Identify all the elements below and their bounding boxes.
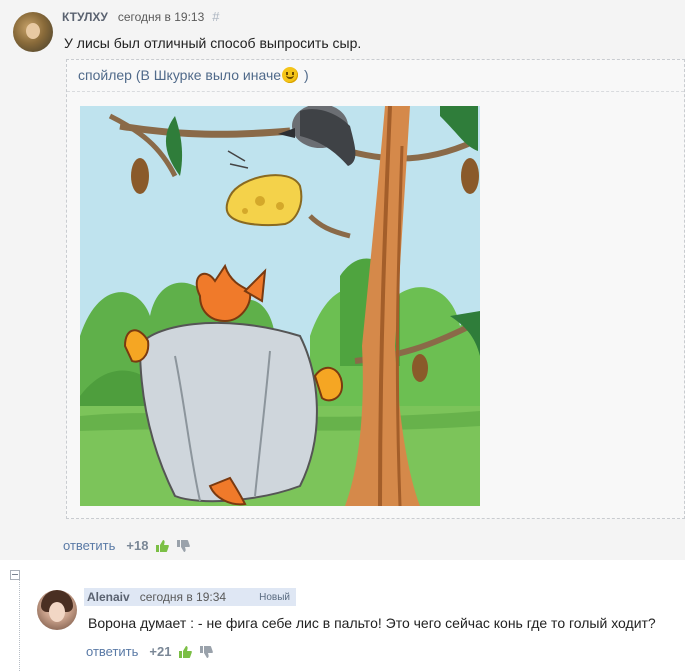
comment-author[interactable]: Alenaiv xyxy=(87,590,130,604)
smiley-icon xyxy=(282,67,299,83)
spoiler-label-end: ) xyxy=(304,67,309,83)
comment-actions: ответить +18 xyxy=(63,538,191,553)
new-badge: Новый xyxy=(259,591,290,603)
collapse-minus-icon[interactable] xyxy=(10,570,20,580)
comment-score: +18 xyxy=(126,538,149,553)
reply-link[interactable]: ответить xyxy=(63,538,115,553)
spoiler-block: спойлер (В Шкурке выло иначе ) xyxy=(66,59,685,519)
reply-link[interactable]: ответить xyxy=(86,644,138,659)
comment-text: У лисы был отличный способ выпросить сыр… xyxy=(64,35,362,51)
spoiler-label: спойлер (В Шкурке выло иначе xyxy=(78,67,282,83)
comment-header-new: Alenaiv сегодня в 19:34 Новый xyxy=(84,588,296,606)
cartoon-image[interactable] xyxy=(80,106,480,506)
hash-link-icon[interactable]: # xyxy=(212,9,219,24)
comment-time: сегодня в 19:34 xyxy=(139,590,227,604)
thumbs-up-icon[interactable] xyxy=(178,645,193,659)
comment-ktulhu: КТУЛХУ сегодня в 19:13 # У лисы был отли… xyxy=(0,0,685,560)
comment-time: сегодня в 19:13 xyxy=(117,9,205,24)
thread-line xyxy=(19,580,20,671)
comment-score: +21 xyxy=(149,644,172,659)
thumbs-down-icon[interactable] xyxy=(199,645,214,659)
comment-actions: ответить +21 xyxy=(86,644,214,659)
spoiler-toggle[interactable]: спойлер (В Шкурке выло иначе ) xyxy=(78,67,309,83)
avatar[interactable] xyxy=(37,590,77,630)
thumbs-up-icon[interactable] xyxy=(155,539,170,553)
spoiler-divider xyxy=(67,91,684,92)
comment-header: КТУЛХУ сегодня в 19:13 # xyxy=(62,9,220,24)
thumbs-down-icon[interactable] xyxy=(176,539,191,553)
comment-text: Ворона думает : - не фига себе лис в пал… xyxy=(88,615,656,631)
comment-author[interactable]: КТУЛХУ xyxy=(62,10,108,24)
avatar[interactable] xyxy=(13,12,53,52)
